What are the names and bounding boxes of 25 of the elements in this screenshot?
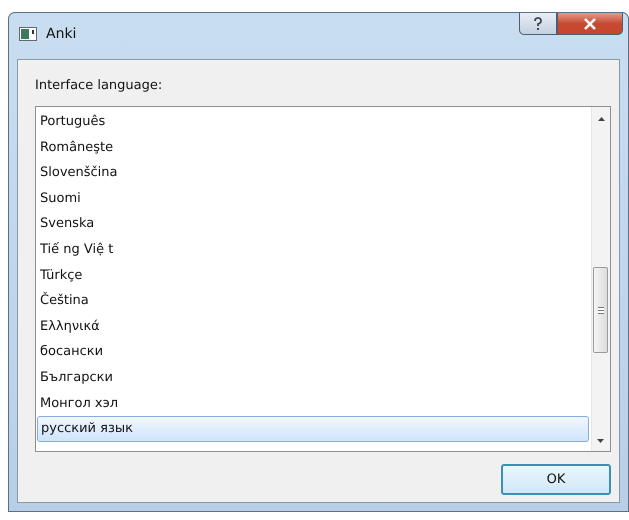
ok-button[interactable]: OK — [501, 464, 611, 495]
language-item[interactable]: Româneşte — [37, 134, 589, 160]
language-item[interactable]: Slovenščina — [37, 160, 589, 186]
language-item[interactable]: Türkçe — [37, 262, 589, 288]
language-item[interactable]: Svenska — [37, 211, 589, 237]
language-item[interactable]: Čeština — [37, 288, 589, 314]
help-icon — [532, 16, 544, 30]
interface-language-label: Interface language: — [35, 78, 164, 95]
language-item[interactable]: Português — [37, 109, 589, 135]
scroll-up-icon[interactable] — [598, 117, 604, 121]
language-item[interactable]: русский язык — [37, 416, 589, 442]
language-item[interactable]: Tiế ng Việ t — [37, 236, 589, 263]
scroll-thumb[interactable] — [593, 267, 608, 353]
help-button[interactable] — [519, 13, 557, 35]
window-title: Anki — [46, 26, 76, 42]
close-icon — [583, 18, 597, 30]
language-item[interactable]: Монгол хэл — [37, 390, 589, 416]
language-item[interactable]: Български — [37, 364, 589, 391]
scrollbar[interactable] — [591, 107, 610, 451]
language-item[interactable]: босански — [37, 339, 589, 365]
language-item[interactable]: Suomi — [37, 186, 589, 212]
window-icon — [19, 27, 37, 41]
language-item[interactable]: Ελληνικά — [37, 314, 589, 340]
close-button[interactable] — [557, 13, 623, 35]
scroll-down-icon[interactable] — [597, 439, 604, 443]
